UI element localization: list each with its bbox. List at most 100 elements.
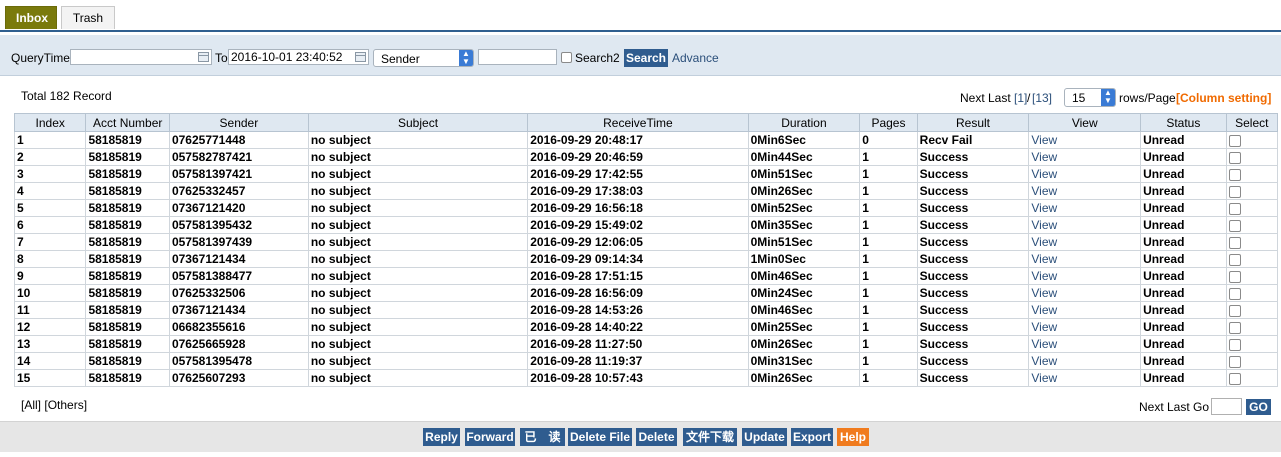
query-time-label: QueryTime: [11, 51, 70, 65]
table-row[interactable]: 3 58185819 057581397421 no subject 2016-09-2…: [13, 165, 1279, 183]
page-current[interactable]: [1]: [1014, 91, 1027, 105]
pager-next-last-go[interactable]: Next Last Go: [1139, 400, 1209, 414]
calendar-icon[interactable]: [198, 52, 209, 62]
tab-trash[interactable]: Trash: [61, 6, 115, 29]
table-row[interactable]: 2 58185819 057582787421 no subject 2016-09-2…: [13, 148, 1279, 166]
rows-per-page-select[interactable]: 15 ▲ ▼: [1064, 88, 1116, 107]
go-page-input[interactable]: [1211, 398, 1242, 415]
view-link[interactable]: View: [1028, 335, 1142, 353]
table-row[interactable]: 11 58185819 07367121434 no subject 2016-09-2…: [13, 301, 1279, 319]
go-button[interactable]: GO: [1246, 399, 1271, 415]
table-row[interactable]: 8 58185819 07367121434 no subject 2016-09-29…: [13, 250, 1279, 268]
table-cell: 057581388477: [168, 267, 309, 285]
page-total[interactable]: [13]: [1032, 91, 1052, 105]
column-header[interactable]: Status: [1140, 113, 1227, 132]
reply-button[interactable]: Reply: [423, 428, 460, 446]
table-cell: 2016-09-29 15:49:02: [527, 216, 749, 234]
delete-button[interactable]: Delete: [636, 428, 677, 446]
column-header[interactable]: ReceiveTime: [527, 113, 749, 132]
pager-next-last[interactable]: Next Last: [960, 91, 1011, 105]
query-time-from-input[interactable]: [70, 49, 212, 65]
view-link[interactable]: View: [1028, 131, 1142, 149]
column-header[interactable]: Index: [13, 113, 87, 132]
table-row[interactable]: 5 58185819 07367121420 no subject 2016-09-29…: [13, 199, 1279, 217]
keyword-input[interactable]: [478, 49, 557, 65]
export-button[interactable]: Export: [791, 428, 833, 446]
row-select-checkbox[interactable]: [1228, 355, 1241, 368]
row-select-checkbox[interactable]: [1228, 236, 1241, 249]
column-setting-link[interactable]: [Column setting]: [1176, 91, 1271, 105]
delete-file-button[interactable]: Delete File: [568, 428, 632, 446]
column-header[interactable]: Pages: [859, 113, 918, 132]
table-cell: 2016-09-28 14:53:26: [527, 301, 749, 319]
view-link[interactable]: View: [1028, 250, 1142, 268]
table-row[interactable]: 14 58185819 057581395478 no subject 2016-09-…: [13, 352, 1279, 370]
table-cell: 58185819: [85, 182, 170, 200]
download-button[interactable]: 文件下载: [683, 428, 737, 446]
row-select-checkbox[interactable]: [1228, 151, 1241, 164]
table-cell: 057581397421: [168, 165, 309, 183]
row-select-checkbox[interactable]: [1228, 372, 1241, 385]
row-select-checkbox[interactable]: [1228, 219, 1241, 232]
view-link[interactable]: View: [1028, 165, 1142, 183]
row-select-checkbox[interactable]: [1228, 253, 1241, 266]
view-link[interactable]: View: [1028, 148, 1142, 166]
row-select-checkbox[interactable]: [1228, 134, 1241, 147]
search-button[interactable]: Search: [624, 49, 668, 67]
view-link[interactable]: View: [1028, 318, 1142, 336]
view-link[interactable]: View: [1028, 352, 1142, 370]
view-link[interactable]: View: [1028, 199, 1142, 217]
view-link[interactable]: View: [1028, 233, 1142, 251]
table-cell: Unread: [1140, 352, 1227, 370]
mark-read-button[interactable]: 已 读: [520, 428, 565, 446]
table-cell: 2016-09-29 17:38:03: [527, 182, 749, 200]
table-cell: 1: [859, 352, 918, 370]
row-select-checkbox[interactable]: [1228, 338, 1241, 351]
forward-button[interactable]: Forward: [465, 428, 515, 446]
column-header[interactable]: View: [1028, 113, 1142, 132]
filter-others-link[interactable]: [Others]: [44, 398, 87, 412]
row-select-checkbox[interactable]: [1228, 287, 1241, 300]
table-row[interactable]: 15 58185819 07625607293 no subject 2016-09-2…: [13, 369, 1279, 387]
table-row[interactable]: 6 58185819 057581395432 no subject 2016-09-2…: [13, 216, 1279, 234]
table-row[interactable]: 12 58185819 06682355616 no subject 2016-09-2…: [13, 318, 1279, 336]
advance-link[interactable]: Advance: [672, 51, 719, 65]
view-link[interactable]: View: [1028, 267, 1142, 285]
row-select-checkbox[interactable]: [1228, 185, 1241, 198]
column-header[interactable]: Result: [916, 113, 1030, 132]
search2-checkbox[interactable]: [561, 52, 572, 63]
row-select-checkbox[interactable]: [1228, 270, 1241, 283]
filter-all-link[interactable]: [All]: [21, 398, 41, 412]
query-time-to-input[interactable]: 2016-10-01 23:40:52: [228, 49, 369, 65]
view-link[interactable]: View: [1028, 216, 1142, 234]
row-select-checkbox[interactable]: [1228, 321, 1241, 334]
view-link[interactable]: View: [1028, 284, 1142, 302]
table-row[interactable]: 4 58185819 07625332457 no subject 2016-09-29…: [13, 182, 1279, 200]
row-select-checkbox[interactable]: [1228, 168, 1241, 181]
row-select-checkbox[interactable]: [1228, 304, 1241, 317]
column-header[interactable]: Sender: [168, 113, 309, 132]
select-cell: [1225, 335, 1279, 353]
column-header[interactable]: Select: [1225, 113, 1279, 132]
table-cell: 11: [13, 301, 87, 319]
update-button[interactable]: Update: [742, 428, 787, 446]
table-cell: Unread: [1140, 131, 1227, 149]
calendar-icon[interactable]: [355, 52, 366, 62]
table-row[interactable]: 1 58185819 07625771448 no subject 2016-09-29…: [13, 131, 1279, 149]
search-field-select[interactable]: Sender ▲ ▼: [373, 49, 474, 67]
tab-inbox[interactable]: Inbox: [5, 6, 57, 29]
table-row[interactable]: 7 58185819 057581397439 no subject 2016-09-2…: [13, 233, 1279, 251]
table-row[interactable]: 10 58185819 07625332506 no subject 2016-09-2…: [13, 284, 1279, 302]
help-button[interactable]: Help: [837, 428, 869, 446]
row-select-checkbox[interactable]: [1228, 202, 1241, 215]
table-cell: no subject: [307, 301, 529, 319]
view-link[interactable]: View: [1028, 369, 1142, 387]
view-link[interactable]: View: [1028, 182, 1142, 200]
table-row[interactable]: 9 58185819 057581388477 no subject 2016-09-2…: [13, 267, 1279, 285]
column-header[interactable]: Duration: [747, 113, 861, 132]
column-header[interactable]: Acct Number: [85, 113, 170, 132]
table-cell: 0: [859, 131, 918, 149]
column-header[interactable]: Subject: [307, 113, 529, 132]
view-link[interactable]: View: [1028, 301, 1142, 319]
table-row[interactable]: 13 58185819 07625665928 no subject 2016-09-2…: [13, 335, 1279, 353]
